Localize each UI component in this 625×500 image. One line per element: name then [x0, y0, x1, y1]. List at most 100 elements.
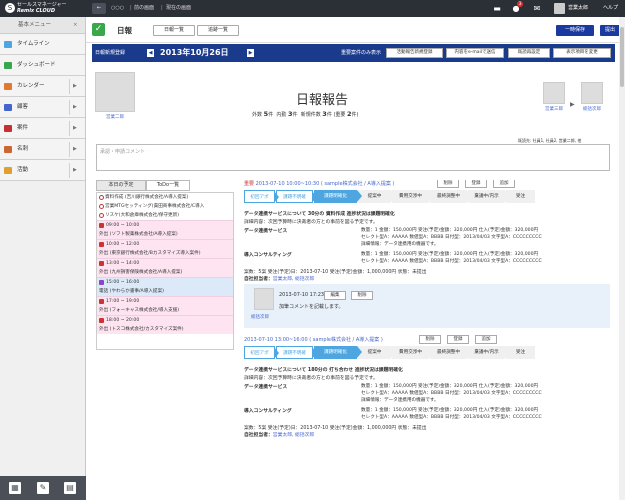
approval-comment-input[interactable]: 承認・申請コメント	[96, 144, 610, 171]
wrench-icon[interactable]: ✎	[37, 482, 49, 494]
schedule-event[interactable]: 09:00 ~ 10:00 外出 (ソフト製薬株式会社/A導入提案)	[97, 220, 233, 239]
author-card[interactable]: 営業二郎	[95, 72, 135, 120]
sidebar-item[interactable]: カレンダー ▶	[0, 76, 85, 97]
add-button[interactable]: 追加	[475, 335, 497, 344]
entry-deal-link[interactable]: ( sample株式会社 / A導入提案 )	[321, 181, 395, 187]
tab-report-list[interactable]: 日報一覧	[153, 25, 195, 36]
progress-step[interactable]: 課題明確化	[314, 190, 362, 203]
schedule-event[interactable]: 18:00 ~ 20:00 外出 (トスコ株式会社/カスタマイズ案件)	[97, 315, 233, 334]
progress-step[interactable]: 初回アポ	[244, 346, 279, 359]
progress-step[interactable]: 最終調整中	[430, 346, 472, 359]
todo-checkbox-icon[interactable]	[99, 213, 104, 218]
scrollbar-thumb[interactable]	[620, 27, 624, 87]
product-detail: 数量：1 金額：150,000円 受注(予定)金額：320,000円 仕入(予定…	[361, 228, 539, 233]
reread-button[interactable]: 既読再設定	[508, 48, 550, 58]
email-send-button[interactable]: 内容をe-mailで送信	[446, 48, 504, 58]
commenter-avatar	[254, 288, 274, 310]
activity-entry: 重要 2013-07-10 10:00~10:30 ( sample株式会社 /…	[244, 180, 614, 336]
sidebar-item[interactable]: ダッシュボード	[0, 55, 85, 76]
scrollbar[interactable]	[619, 17, 625, 500]
sidebar-divider	[69, 79, 70, 94]
progress-step[interactable]: 初回アポ	[244, 190, 279, 203]
owners-link[interactable]: 営業太郎, 総括次郎	[273, 277, 314, 282]
chevron-right-icon[interactable]: ▶	[73, 97, 77, 118]
progress-step[interactable]: 最終調整中	[430, 190, 472, 203]
tab-todo-list[interactable]: ToDo一覧	[146, 180, 190, 191]
add-button[interactable]: 追加	[493, 180, 515, 188]
chevron-right-icon[interactable]: ▶	[73, 118, 77, 139]
todo-item[interactable]: 営業MTGセッティング(貴田商事株式会社/C導入	[97, 202, 233, 211]
progress-step[interactable]: 費用交渉中	[392, 346, 434, 359]
progress-step[interactable]: 稟議中/内示	[468, 346, 510, 359]
todo-checkbox-icon[interactable]	[99, 195, 104, 200]
back-button[interactable]: ←	[92, 3, 106, 14]
tab-tracking-list[interactable]: 追跡一覧	[197, 25, 239, 36]
progress-step[interactable]: 受注	[506, 346, 535, 359]
commenter-name[interactable]: 総括次郎	[251, 314, 269, 320]
todo-checkbox-icon[interactable]	[99, 204, 104, 209]
progress-step[interactable]: 提案中	[358, 190, 396, 203]
todo-item[interactable]: リスケ(大和倉庫株式会社/保守更新)	[97, 211, 233, 220]
progress-step[interactable]: 課題明確化	[314, 346, 362, 359]
progress-step[interactable]: 費用交渉中	[392, 190, 434, 203]
chevron-right-icon[interactable]: ▶	[73, 160, 77, 181]
submit-button[interactable]: 提出	[600, 25, 620, 36]
schedule-event[interactable]: 15:00 ~ 16:00 電話 (やわらか書事/A導入提案)	[97, 277, 233, 296]
schedule-event[interactable]: 13:00 ~ 14:00 外出 (九州損害保険株式会社/A導入提案)	[97, 258, 233, 277]
chevron-right-icon[interactable]: ▶	[73, 76, 77, 97]
sidebar-item[interactable]: 案件 ▶	[0, 118, 85, 139]
close-icon[interactable]: ×	[73, 17, 78, 34]
sidebar-item[interactable]: タイムライン	[0, 34, 85, 55]
product-name: データ連携サービス	[244, 385, 288, 390]
todo-item[interactable]: 資料作成 (吉川銀行株式会社/A導入提案)	[97, 193, 233, 202]
sidebar-item[interactable]: 顧客 ▶	[0, 97, 85, 118]
chevron-right-icon[interactable]: ▶	[73, 139, 77, 160]
table-icon[interactable]: ▤	[64, 482, 76, 494]
progress-step[interactable]: 課題不明確	[276, 346, 317, 359]
progress-step[interactable]: 提案中	[358, 346, 396, 359]
user-name[interactable]: 営業太郎	[568, 3, 588, 14]
owners-link[interactable]: 営業太郎, 総括次郎	[273, 433, 314, 438]
user-avatar[interactable]	[554, 3, 565, 14]
new-activity-button[interactable]: 活動報告新規登録	[386, 48, 443, 58]
prev-screen-link[interactable]: 前の画面	[134, 3, 154, 14]
register-button[interactable]: 登録	[465, 180, 487, 188]
register-button[interactable]: 登録	[447, 335, 469, 344]
display-settings-button[interactable]: 表示項目を変更	[553, 48, 611, 58]
help-link[interactable]: ヘルプ	[603, 3, 618, 14]
approver-card-1[interactable]: 営業三郎	[542, 82, 566, 112]
sidebar-item[interactable]: 名刺 ▶	[0, 139, 85, 160]
progress-step[interactable]: 課題不明確	[276, 190, 317, 203]
temp-save-button[interactable]: 一時保存	[556, 25, 594, 36]
step-arrow-icon	[505, 346, 510, 358]
event-type-icon	[99, 318, 104, 323]
tab-today-schedule[interactable]: 本日の予定	[96, 180, 146, 191]
grid-view-icon[interactable]: ▦	[9, 482, 21, 494]
comment-delete-button[interactable]: 削除	[351, 291, 373, 300]
current-screen-link[interactable]: 現在の画面	[166, 3, 191, 14]
entry-deal-link[interactable]: ( sample株式会社 / A導入提案 )	[309, 337, 383, 343]
mail-icon[interactable]: ✉	[531, 3, 543, 14]
entry-time-link[interactable]: 2013-07-10 10:00~10:30	[256, 181, 321, 187]
chat-icon[interactable]: ▬	[491, 3, 503, 14]
report-date: 2013年10月26日	[160, 48, 229, 57]
schedule-event[interactable]: 17:00 ~ 19:00 外出 (フォーキャス株式会社/導入支援)	[97, 296, 233, 315]
history-dots[interactable]: ○○○	[111, 3, 124, 14]
app-logo[interactable]: S セールスマネージャー Remix CLOUD	[3, 2, 87, 15]
entry-time-link[interactable]: 2013-07-10 13:00~16:00	[244, 337, 309, 343]
delete-button[interactable]: 削除	[437, 180, 459, 188]
comment-date: 2013-07-10 17:23	[279, 292, 325, 298]
schedule-event[interactable]: 10:00 ~ 12:00 外出 (東京銀行株式会社/Bカスタマイズ導入案件)	[97, 239, 233, 258]
important-only-toggle[interactable]: 重要案件のみ表示	[341, 49, 381, 56]
approver-card-2[interactable]: 総括次郎	[580, 82, 604, 112]
progress-step[interactable]: 稟議中/内示	[468, 190, 510, 203]
approval-flow-arrow-icon: ▶	[570, 101, 575, 108]
new-report-link[interactable]: 日報新規登録	[95, 49, 125, 56]
next-day-button[interactable]: ▶	[247, 49, 254, 57]
delete-button[interactable]: 削除	[419, 335, 441, 344]
comment-edit-button[interactable]: 編集	[324, 291, 346, 300]
prev-day-button[interactable]: ◀	[147, 49, 154, 57]
progress-step[interactable]: 受注	[506, 190, 535, 203]
activity-entry: 2013-07-10 13:00~16:00 ( sample株式会社 / A導…	[244, 335, 614, 448]
sidebar-item[interactable]: 活動 ▶	[0, 160, 85, 181]
